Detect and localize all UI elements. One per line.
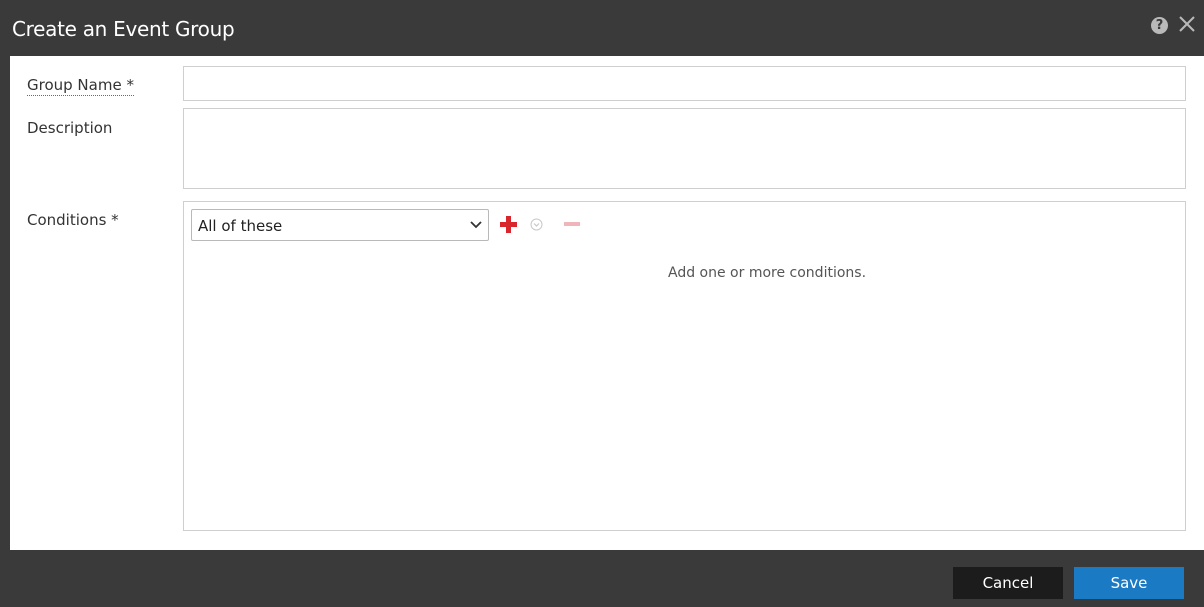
dialog-title: Create an Event Group [12, 17, 235, 41]
dialog-titlebar: Create an Event Group ? [0, 0, 1204, 56]
remove-condition-icon[interactable] [564, 221, 580, 227]
match-type-select[interactable]: All of these [191, 209, 489, 241]
empty-conditions-hint: Add one or more conditions. [668, 265, 867, 281]
conditions-panel: All of these Add one or more conditions. [183, 201, 1186, 531]
description-textarea[interactable] [183, 108, 1186, 189]
close-icon[interactable] [1175, 12, 1199, 36]
dialog-body: Group Name * Description Conditions * Al… [10, 56, 1204, 550]
cancel-button[interactable]: Cancel [953, 567, 1063, 599]
group-name-label: Group Name * [27, 76, 134, 96]
chevron-down-icon [470, 221, 482, 229]
description-label: Description [27, 119, 113, 137]
chevron-down-circle-icon[interactable] [530, 218, 543, 231]
help-icon[interactable]: ? [1151, 17, 1168, 34]
group-name-input[interactable] [183, 66, 1186, 101]
save-button[interactable]: Save [1074, 567, 1184, 599]
match-type-value: All of these [198, 217, 283, 235]
conditions-label: Conditions * [27, 211, 119, 229]
dialog-footer: Cancel Save [0, 550, 1204, 607]
create-event-group-dialog: Create an Event Group ? Group Name * Des… [0, 0, 1204, 607]
add-condition-icon[interactable] [499, 215, 518, 234]
